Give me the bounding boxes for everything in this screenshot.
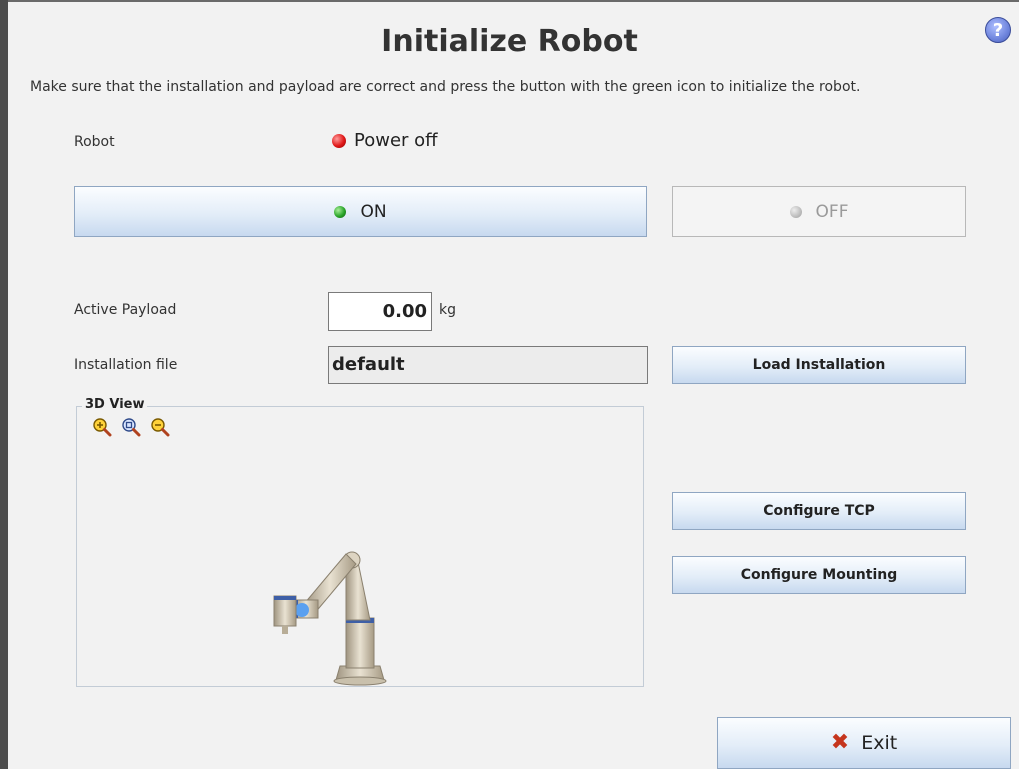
power-off-label: OFF	[815, 201, 849, 222]
3d-view-legend: 3D View	[82, 397, 148, 412]
page-subtitle: Make sure that the installation and payl…	[30, 79, 861, 95]
robot-label: Robot	[74, 134, 115, 150]
power-on-button[interactable]: ON	[74, 186, 647, 237]
configure-tcp-button[interactable]: Configure TCP	[672, 492, 966, 530]
installation-label: Installation file	[74, 357, 178, 373]
close-icon: ✖	[830, 730, 850, 755]
payload-unit: kg	[439, 302, 456, 318]
power-on-indicator-icon	[334, 205, 347, 218]
power-off-indicator-icon	[789, 205, 802, 218]
zoom-toolbar	[92, 417, 170, 437]
robot-status-text: Power off	[354, 130, 438, 151]
configure-mounting-button[interactable]: Configure Mounting	[672, 556, 966, 594]
zoom-out-icon[interactable]	[150, 417, 170, 437]
exit-button[interactable]: ✖ Exit	[717, 717, 1011, 769]
load-installation-button[interactable]: Load Installation	[672, 346, 966, 384]
power-off-button[interactable]: OFF	[672, 186, 966, 237]
page-title: Initialize Robot	[381, 24, 638, 59]
zoom-fit-icon[interactable]	[121, 417, 141, 437]
window-frame-top	[8, 0, 1019, 2]
robot-status: Power off	[332, 130, 438, 151]
exit-label: Exit	[861, 732, 898, 754]
power-on-label: ON	[360, 201, 387, 222]
zoom-in-icon[interactable]	[92, 417, 112, 437]
robot-arm-model	[273, 551, 387, 686]
payload-input[interactable]: 0.00	[328, 292, 432, 331]
status-indicator-icon	[332, 133, 346, 148]
installation-field: default	[328, 346, 648, 384]
payload-label: Active Payload	[74, 302, 177, 318]
window-frame-left	[0, 0, 8, 769]
